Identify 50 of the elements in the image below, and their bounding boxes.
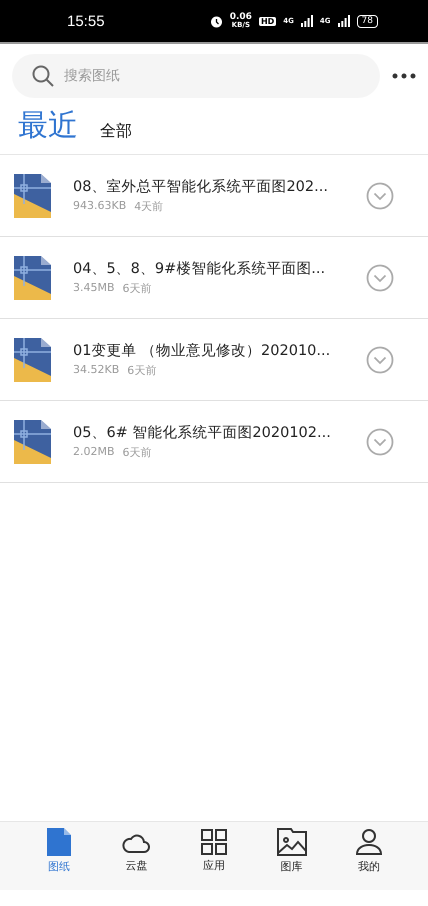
nav-tab[interactable]: 图库: [266, 828, 317, 874]
file-date: 6天前: [122, 281, 152, 296]
file-name: 01变更单 （物业意见修改）202010...: [73, 342, 332, 360]
file-size: 34.52KB: [73, 363, 120, 378]
alarm-icon: [210, 14, 223, 28]
document-icon: [46, 828, 71, 856]
drawing-file-icon: [14, 338, 51, 382]
drawing-file-icon: [14, 420, 51, 464]
file-name: 05、6# 智能化系统平面图2020102...: [73, 424, 332, 442]
drawing-file-icon: [14, 174, 51, 218]
tab[interactable]: 最近: [18, 108, 78, 144]
file-row[interactable]: 04、5、8、9#楼智能化系统平面图... 3.45MB 6天前: [0, 237, 428, 319]
more-icon[interactable]: [392, 73, 416, 79]
signal-icon: [338, 15, 350, 27]
image-folder-icon: [276, 828, 307, 856]
status-time: 15:55: [67, 12, 105, 30]
search-field[interactable]: 搜索图纸: [62, 67, 360, 85]
person-icon: [355, 828, 384, 856]
chevron-down-icon: [366, 346, 394, 374]
grid-icon: [200, 829, 227, 855]
expand-button[interactable]: [366, 428, 394, 456]
expand-button[interactable]: [366, 182, 394, 210]
tab[interactable]: 全部: [100, 120, 132, 140]
file-size: 943.63KB: [73, 199, 126, 214]
nav-tab[interactable]: 云盘: [111, 829, 162, 873]
network-speed: 0.06: [230, 13, 252, 22]
battery-level: 78: [356, 14, 378, 28]
chevron-down-icon: [366, 182, 394, 210]
file-row[interactable]: 01变更单 （物业意见修改）202010... 34.52KB 6天前: [0, 319, 428, 401]
search-bar[interactable]: 搜索图纸: [12, 54, 380, 98]
file-name: 08、室外总平智能化系统平面图202...: [73, 178, 329, 196]
file-date: 6天前: [127, 363, 156, 378]
file-row[interactable]: 05、6# 智能化系统平面图2020102... 2.02MB 6天前: [0, 401, 428, 483]
chevron-down-icon: [366, 264, 394, 292]
file-date: 6天前: [122, 445, 152, 460]
hd-indicator: HD: [258, 16, 276, 26]
file-date: 4天前: [134, 199, 164, 214]
file-name: 04、5、8、9#楼智能化系统平面图...: [73, 260, 326, 278]
expand-button[interactable]: [366, 346, 394, 374]
signal-icon: [300, 15, 313, 27]
chevron-down-icon: [366, 428, 394, 456]
expand-button[interactable]: [366, 264, 394, 292]
nav-tab[interactable]: 应用: [188, 829, 239, 873]
nav-tab[interactable]: 图纸: [34, 828, 84, 874]
file-size: 2.02MB: [73, 445, 115, 460]
search-icon: [32, 65, 54, 87]
nav-tab[interactable]: 我的: [344, 828, 394, 874]
file-row[interactable]: 08、室外总平智能化系统平面图202... 943.63KB 4天前: [0, 155, 428, 237]
drawing-file-icon: [14, 256, 51, 300]
file-size: 3.45MB: [73, 281, 115, 296]
